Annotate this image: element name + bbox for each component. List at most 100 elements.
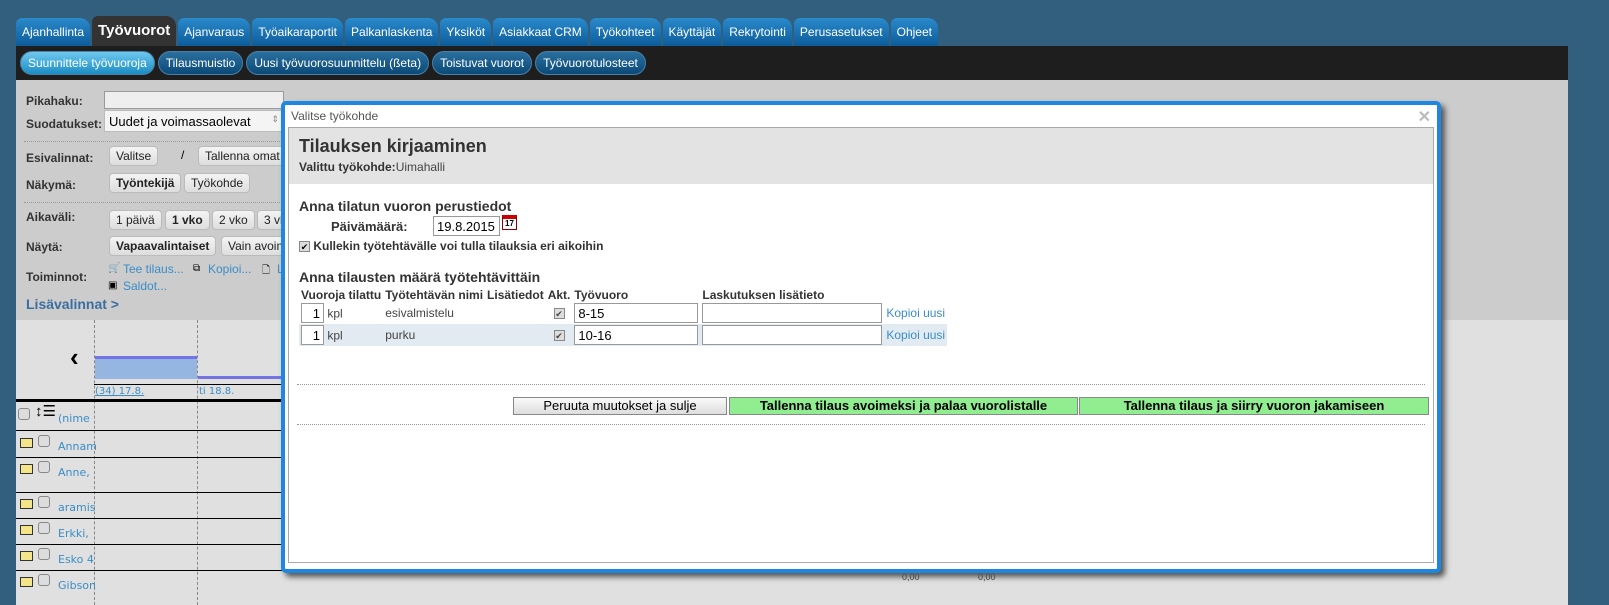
section-basic-info: Anna tilatun vuoron perustiedot [299,198,512,214]
row-checkbox[interactable] [38,435,50,447]
day-link-17-8[interactable]: (34) 17.8. [95,386,144,397]
col-header: Akt. [547,288,571,302]
copy-new-link[interactable]: Kopioi uusi [886,306,945,320]
date-label: Päivämäärä: [331,219,408,234]
tee-tilaus-link[interactable]: Tee tilaus... [123,262,184,276]
row-checkbox[interactable] [38,496,50,508]
tab-tyoaikaraportit[interactable]: Työaikaraportit [252,18,344,46]
copy-icon: ⧉ [193,263,201,274]
slash: / [181,148,185,162]
note-icon[interactable] [20,577,33,587]
suodatukset-value: Uudet ja voimassaolevat [109,114,251,129]
document-icon: 🗋 [262,265,271,276]
saldot-link[interactable]: Saldot... [123,279,167,293]
col-header: Työtehtävän nimi [385,288,484,302]
col-header: Vuoroja tilattu [301,288,382,302]
note-icon[interactable] [20,499,33,509]
row-checkbox[interactable] [38,461,50,473]
select-all-checkbox[interactable] [18,408,30,420]
tyokohde-button[interactable]: Työkohde [184,173,251,193]
employee-row: Esko 4 [16,545,286,571]
date-input[interactable] [433,216,500,236]
sort-icon[interactable]: ↕☰ [35,402,56,420]
employee-name[interactable]: Erkki, [58,527,89,540]
calendar-icon[interactable]: 17 [502,215,517,230]
tab-ajanhallinta[interactable]: Ajanhallinta [16,18,91,46]
employee-row: aramis [16,493,286,519]
count-input[interactable] [301,325,324,345]
note-icon[interactable] [20,464,33,474]
subtab-tilausmuistio[interactable]: Tilausmuistio [157,51,244,75]
multi-time-label: Kullekin työtehtävälle voi tulla tilauks… [313,239,604,253]
row-checkbox[interactable] [38,574,50,586]
tab-perusasetukset[interactable]: Perusasetukset [793,18,889,46]
billing-input[interactable] [702,325,883,345]
main-tabs: Ajanhallinta Työvuorot Ajanvaraus Työaik… [16,16,940,46]
suodatukset-label: Suodatukset: [26,117,103,131]
subtab-suunnittele[interactable]: Suunnittele työvuoroja [20,51,155,75]
save-open-button[interactable]: Tallenna tilaus avoimeksi ja palaa vuoro… [729,397,1078,415]
tyontekija-button[interactable]: Työntekijä [109,173,182,193]
tab-ohjeet[interactable]: Ohjeet [890,18,938,46]
valitse-button[interactable]: Valitse [109,146,159,166]
aikavali-1-vko[interactable]: 1 vko [165,210,210,230]
select-arrows-icon: ⇕ [271,114,279,124]
tallenna-omat-button[interactable]: Tallenna omat yks [198,146,286,166]
tab-ajanvaraus[interactable]: Ajanvaraus [178,18,251,46]
close-icon[interactable]: ✕ [1418,107,1431,127]
day-link-18-8[interactable]: ti 18.8. [199,386,234,397]
active-checkbox[interactable]: ✔ [553,330,565,341]
unit: kpl [327,328,343,343]
vapaavalintaiset-button[interactable]: Vapaavalintaiset [109,236,217,256]
count-input[interactable] [301,303,324,323]
saldot-icon: ▣ [108,280,118,291]
employee-name[interactable]: Annam [58,440,97,453]
billing-input[interactable] [702,303,883,323]
tab-palkanlaskenta[interactable]: Palkanlaskenta [345,18,439,46]
tab-yksikot[interactable]: Yksiköt [440,18,492,46]
toiminnot-label: Toiminnot: [26,270,88,284]
row-checkbox[interactable] [38,548,50,560]
employee-row: Anne, [16,458,286,493]
subtab-tulosteet[interactable]: Työvuorotulosteet [535,51,646,75]
employee-name[interactable]: Anne, [58,466,90,479]
kopioi-link[interactable]: Kopioi... [208,262,251,276]
subtab-uusi-suunnittelu[interactable]: Uusi työvuorosuunnittelu (ßeta) [246,51,430,75]
tab-tyovuorot[interactable]: Työvuorot [92,16,177,46]
aikavali-1-paiva[interactable]: 1 päivä [109,210,162,230]
note-icon[interactable] [20,551,33,561]
lisavalinnat-link[interactable]: Lisävalinnat > [26,296,119,312]
employee-name[interactable]: Gibson [58,579,96,592]
tab-tyokohteet[interactable]: Työkohteet [589,18,661,46]
employee-name[interactable]: Esko 4 [58,553,94,566]
cancel-button[interactable]: Peruuta muutokset ja sulje [513,397,727,415]
note-icon[interactable] [20,525,33,535]
task-name: purku [385,328,416,342]
suodatukset-select[interactable]: Uudet ja voimassaolevat ⇕ [104,110,284,132]
dialog-window-title: Valitse työkohde [291,109,379,123]
task-table: Vuoroja tilattu Työtehtävän nimi Lisätiedo… [299,288,948,346]
pikahaku-input[interactable] [104,91,284,109]
dialog-header: Tilauksen kirjaaminen Valittu työkohde:U… [289,128,1433,184]
vain-avoimet-button[interactable]: Vain avoime [221,236,286,256]
tab-asiakkaat-crm[interactable]: Asiakkaat CRM [493,18,588,46]
subtab-toistuvat[interactable]: Toistuvat vuorot [432,51,533,75]
tab-rekrytointi[interactable]: Rekrytointi [723,18,792,46]
save-assign-button[interactable]: Tallenna tilaus ja siirry vuoron jakamis… [1079,397,1429,415]
shift-input[interactable] [574,303,699,323]
tab-kayttajat[interactable]: Käyttäjät [662,18,722,46]
order-dialog: Valitse työkohde ✕ Tilauksen kirjaaminen… [281,101,1441,573]
total-value: 0,00 [902,572,920,582]
sub-navigation: Suunnittele työvuoroja Tilausmuistio Uus… [16,46,1568,80]
row-checkbox[interactable] [38,522,50,534]
copy-new-link[interactable]: Kopioi uusi [886,328,945,342]
previous-week-arrow-icon[interactable]: ‹ [70,342,79,373]
employee-row: Annam [16,432,286,458]
aikavali-2-vko[interactable]: 2 vko [212,210,255,230]
total-value: 0,00 [978,572,996,582]
note-icon[interactable] [20,438,33,448]
multi-time-checkbox[interactable]: ✔ [299,241,310,253]
active-checkbox[interactable]: ✔ [553,308,565,319]
shift-input[interactable] [574,325,699,345]
employee-name[interactable]: aramis [58,501,96,514]
